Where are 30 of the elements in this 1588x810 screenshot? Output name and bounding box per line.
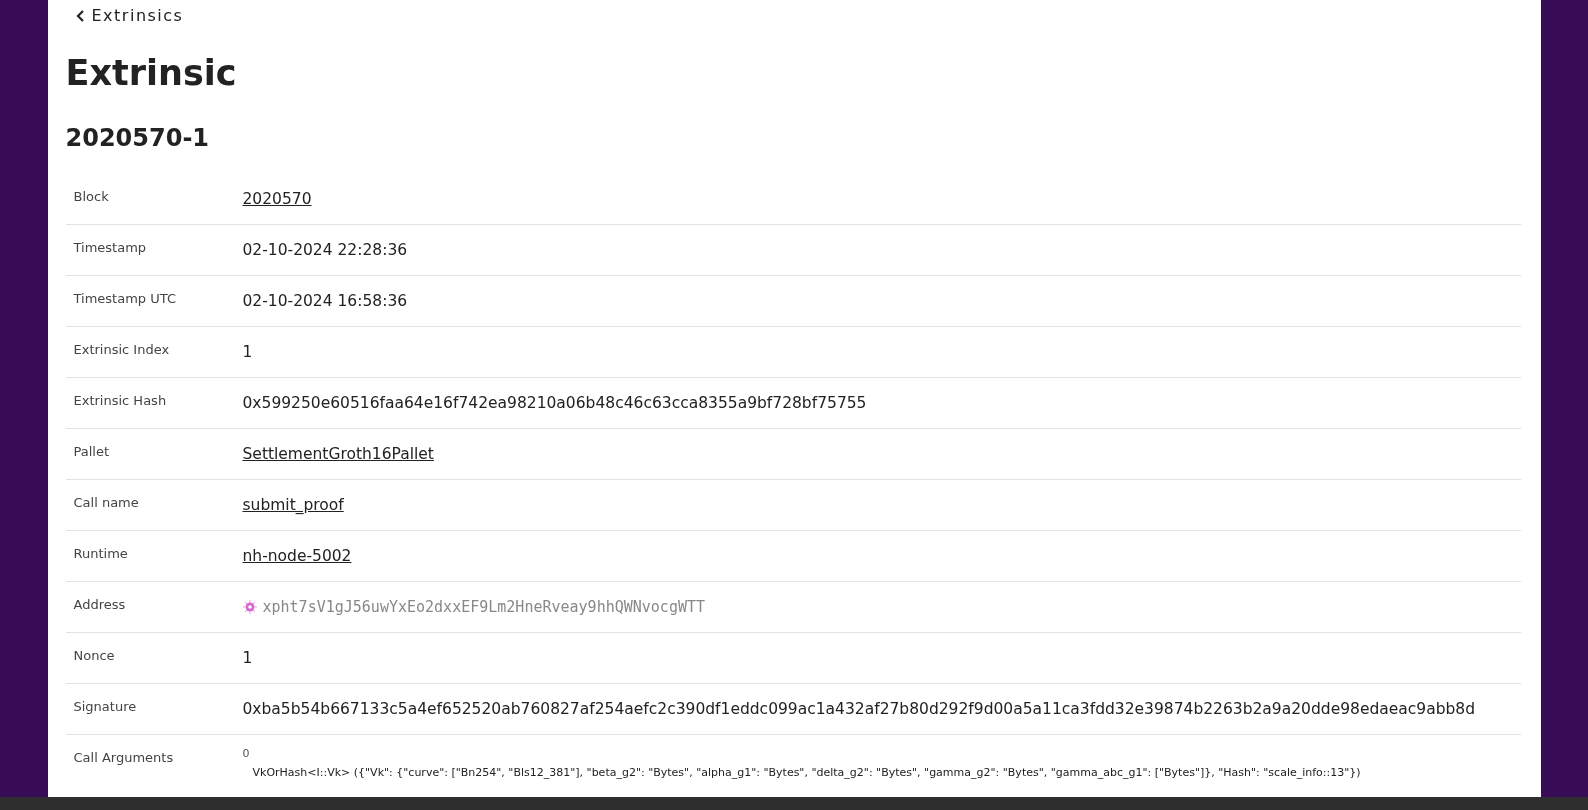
- field-label: Signature: [73, 697, 138, 714]
- field-label: Block: [73, 187, 110, 204]
- value-text: 02-10-2024 22:28:36: [242, 239, 409, 261]
- field-label: Timestamp UTC: [73, 289, 177, 306]
- value-text: 0x599250e60516faa64e16f742ea98210a06b48c46c63cca8355a9bf728bf75755: [242, 392, 868, 414]
- field-label: Nonce: [73, 646, 116, 663]
- field-label: Address: [73, 595, 127, 612]
- field-label: Call name: [73, 493, 140, 510]
- extrinsic-id: 2020570-1: [65, 123, 211, 152]
- field-label: Call Arguments: [73, 748, 175, 765]
- value-link[interactable]: 2020570: [242, 189, 312, 208]
- value-text: 1: [242, 647, 254, 669]
- value-text: 02-10-2024 16:58:36: [242, 290, 409, 312]
- back-link[interactable]: Extrinsics: [75, 6, 184, 25]
- field-label: Runtime: [73, 544, 129, 561]
- chevron-left-icon: [75, 9, 86, 22]
- value-text: 0xba5b54b667133c5a4ef652520ab760827af254aefc2c390df1eddc099ac1a432af27b80d292f9d00a5a11ca3fdd32e39874b2263b2a9a20dde98edaeac9abb8d: [242, 698, 1477, 720]
- argument-index: 0: [242, 746, 251, 760]
- value-link[interactable]: SettlementGroth16Pallet: [242, 444, 434, 463]
- argument-text: VkOrHash<I::Vk> ({"Vk": {"curve": ["Bn254", "Bls12_381"], "beta_g2": "Bytes", "alpha_g1": "Bytes", "delta_g2": "Bytes", "gamma_g2": "Bytes", "gamma_abc_g1": ["Bytes"]}, "Hash": "scale_info::13"}): [252, 765, 1362, 779]
- field-label: Extrinsic Hash: [73, 391, 168, 408]
- identicon-icon: [242, 599, 257, 614]
- field-label: Timestamp: [73, 238, 148, 255]
- field-label: Pallet: [73, 442, 111, 459]
- value-link[interactable]: submit_proof: [242, 495, 344, 514]
- address-text: xpht7sV1gJ56uwYxEo2dxxEF9Lm2HneRveay9hhQWNvocgWTT: [262, 596, 705, 618]
- value-text: 1: [242, 341, 254, 363]
- value-link[interactable]: nh-node-5002: [242, 546, 352, 565]
- field-label: Extrinsic Index: [73, 340, 171, 357]
- page-title: Extrinsic: [65, 51, 238, 94]
